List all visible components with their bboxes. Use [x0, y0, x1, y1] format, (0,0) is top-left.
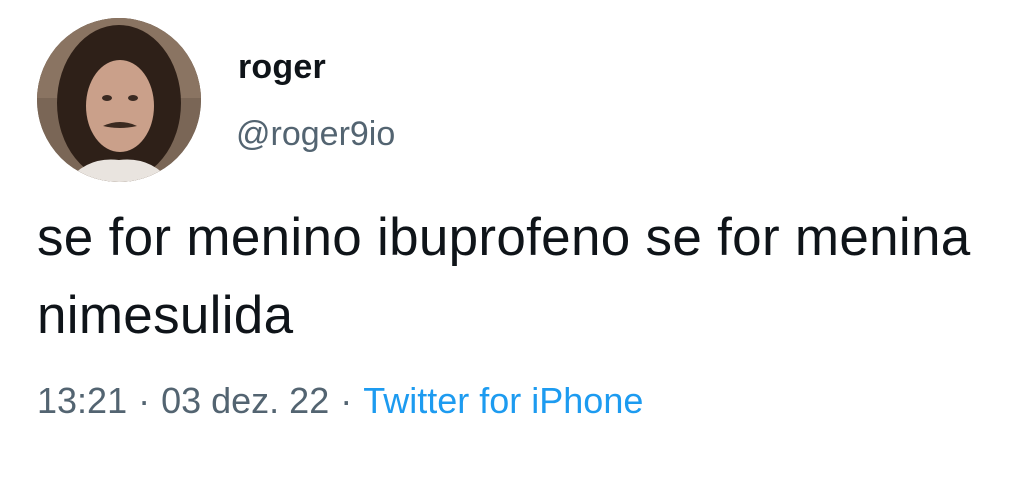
- tweet-date[interactable]: 03 dez. 22: [161, 380, 329, 421]
- tweet-card: roger @roger9io se for menino ibuprofeno…: [0, 0, 1024, 477]
- tweet-text: se for menino ibuprofeno se for menina n…: [37, 208, 971, 345]
- tweet-source-link[interactable]: Twitter for iPhone: [363, 380, 643, 421]
- author-display-name[interactable]: roger: [238, 48, 326, 87]
- avatar-image: [37, 18, 201, 182]
- avatar[interactable]: [37, 18, 201, 182]
- tweet-meta: 13:21 · 03 dez. 22 · Twitter for iPhone: [37, 380, 643, 422]
- meta-separator: ·: [340, 380, 353, 421]
- tweet-time[interactable]: 13:21: [37, 380, 127, 421]
- meta-separator: ·: [138, 380, 151, 421]
- author-handle[interactable]: @roger9io: [236, 115, 395, 154]
